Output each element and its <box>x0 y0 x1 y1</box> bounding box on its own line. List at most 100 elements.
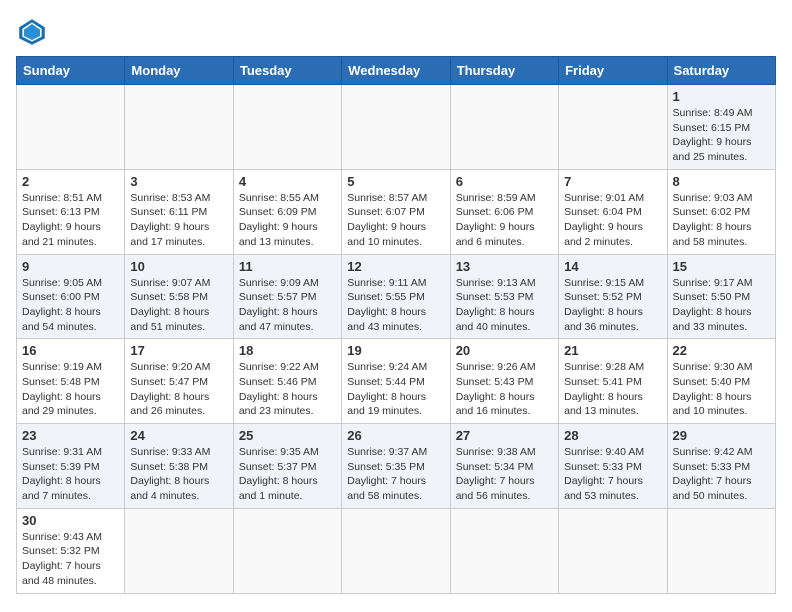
day-number: 17 <box>130 343 227 358</box>
day-number: 2 <box>22 174 119 189</box>
day-info: Sunrise: 9:22 AM Sunset: 5:46 PM Dayligh… <box>239 360 336 419</box>
day-number: 20 <box>456 343 553 358</box>
day-info: Sunrise: 8:49 AM Sunset: 6:15 PM Dayligh… <box>673 106 770 165</box>
weekday-header-saturday: Saturday <box>667 57 775 85</box>
day-info: Sunrise: 9:19 AM Sunset: 5:48 PM Dayligh… <box>22 360 119 419</box>
calendar-cell: 11 Sunrise: 9:09 AM Sunset: 5:57 PM Dayli… <box>233 254 341 339</box>
calendar-cell: 29 Sunrise: 9:42 AM Sunset: 5:33 PM Dayli… <box>667 424 775 509</box>
day-number: 7 <box>564 174 661 189</box>
calendar-cell: 14Sunrise: 9:15 AM Sunset: 5:52 PM Dayli… <box>559 254 667 339</box>
day-info: Sunrise: 9:31 AM Sunset: 5:39 PM Dayligh… <box>22 445 119 504</box>
day-info: Sunrise: 8:55 AM Sunset: 6:09 PM Dayligh… <box>239 191 336 250</box>
calendar-cell <box>125 508 233 593</box>
calendar-cell <box>233 508 341 593</box>
calendar-week-row: 1 Sunrise: 8:49 AM Sunset: 6:15 PM Daylig… <box>17 85 776 170</box>
calendar-cell: 18 Sunrise: 9:22 AM Sunset: 5:46 PM Dayli… <box>233 339 341 424</box>
calendar-cell: 26Sunrise: 9:37 AM Sunset: 5:35 PM Dayli… <box>342 424 450 509</box>
day-info: Sunrise: 9:30 AM Sunset: 5:40 PM Dayligh… <box>673 360 770 419</box>
weekday-header-friday: Friday <box>559 57 667 85</box>
day-number: 30 <box>22 513 119 528</box>
calendar-cell: 22 Sunrise: 9:30 AM Sunset: 5:40 PM Dayli… <box>667 339 775 424</box>
day-info: Sunrise: 9:05 AM Sunset: 6:00 PM Dayligh… <box>22 276 119 335</box>
day-number: 19 <box>347 343 444 358</box>
logo <box>16 16 52 48</box>
day-info: Sunrise: 9:42 AM Sunset: 5:33 PM Dayligh… <box>673 445 770 504</box>
day-number: 22 <box>673 343 770 358</box>
calendar-cell: 3Sunrise: 8:53 AM Sunset: 6:11 PM Daylig… <box>125 169 233 254</box>
day-info: Sunrise: 9:13 AM Sunset: 5:53 PM Dayligh… <box>456 276 553 335</box>
calendar-week-row: 2 Sunrise: 8:51 AM Sunset: 6:13 PM Daylig… <box>17 169 776 254</box>
day-number: 24 <box>130 428 227 443</box>
weekday-header-thursday: Thursday <box>450 57 558 85</box>
day-info: Sunrise: 9:35 AM Sunset: 5:37 PM Dayligh… <box>239 445 336 504</box>
calendar-cell <box>667 508 775 593</box>
weekday-header-tuesday: Tuesday <box>233 57 341 85</box>
calendar-week-row: 9Sunrise: 9:05 AM Sunset: 6:00 PM Daylig… <box>17 254 776 339</box>
calendar-table: SundayMondayTuesdayWednesdayThursdayFrid… <box>16 56 776 594</box>
day-number: 1 <box>673 89 770 104</box>
day-info: Sunrise: 9:03 AM Sunset: 6:02 PM Dayligh… <box>673 191 770 250</box>
calendar-cell: 1 Sunrise: 8:49 AM Sunset: 6:15 PM Daylig… <box>667 85 775 170</box>
calendar-cell <box>233 85 341 170</box>
day-number: 3 <box>130 174 227 189</box>
calendar-cell: 28 Sunrise: 9:40 AM Sunset: 5:33 PM Dayli… <box>559 424 667 509</box>
day-number: 27 <box>456 428 553 443</box>
page-header <box>16 16 776 48</box>
weekday-header-row: SundayMondayTuesdayWednesdayThursdayFrid… <box>17 57 776 85</box>
weekday-header-sunday: Sunday <box>17 57 125 85</box>
calendar-cell: 12 Sunrise: 9:11 AM Sunset: 5:55 PM Dayli… <box>342 254 450 339</box>
calendar-cell: 5Sunrise: 8:57 AM Sunset: 6:07 PM Daylig… <box>342 169 450 254</box>
day-number: 18 <box>239 343 336 358</box>
day-info: Sunrise: 9:17 AM Sunset: 5:50 PM Dayligh… <box>673 276 770 335</box>
day-info: Sunrise: 9:09 AM Sunset: 5:57 PM Dayligh… <box>239 276 336 335</box>
day-number: 13 <box>456 259 553 274</box>
calendar-cell: 8 Sunrise: 9:03 AM Sunset: 6:02 PM Daylig… <box>667 169 775 254</box>
day-info: Sunrise: 9:11 AM Sunset: 5:55 PM Dayligh… <box>347 276 444 335</box>
day-number: 15 <box>673 259 770 274</box>
calendar-cell: 10Sunrise: 9:07 AM Sunset: 5:58 PM Dayli… <box>125 254 233 339</box>
calendar-cell <box>559 85 667 170</box>
day-info: Sunrise: 9:37 AM Sunset: 5:35 PM Dayligh… <box>347 445 444 504</box>
calendar-cell <box>450 85 558 170</box>
day-number: 14 <box>564 259 661 274</box>
day-number: 28 <box>564 428 661 443</box>
calendar-cell: 16 Sunrise: 9:19 AM Sunset: 5:48 PM Dayli… <box>17 339 125 424</box>
calendar-cell: 2 Sunrise: 8:51 AM Sunset: 6:13 PM Daylig… <box>17 169 125 254</box>
calendar-cell: 15 Sunrise: 9:17 AM Sunset: 5:50 PM Dayli… <box>667 254 775 339</box>
day-number: 12 <box>347 259 444 274</box>
calendar-cell: 21 Sunrise: 9:28 AM Sunset: 5:41 PM Dayli… <box>559 339 667 424</box>
day-info: Sunrise: 8:57 AM Sunset: 6:07 PM Dayligh… <box>347 191 444 250</box>
day-info: Sunrise: 9:38 AM Sunset: 5:34 PM Dayligh… <box>456 445 553 504</box>
calendar-week-row: 30 Sunrise: 9:43 AM Sunset: 5:32 PM Dayli… <box>17 508 776 593</box>
calendar-cell <box>17 85 125 170</box>
calendar-cell: 30 Sunrise: 9:43 AM Sunset: 5:32 PM Dayli… <box>17 508 125 593</box>
day-info: Sunrise: 9:01 AM Sunset: 6:04 PM Dayligh… <box>564 191 661 250</box>
calendar-cell: 4 Sunrise: 8:55 AM Sunset: 6:09 PM Daylig… <box>233 169 341 254</box>
calendar-cell: 25 Sunrise: 9:35 AM Sunset: 5:37 PM Dayli… <box>233 424 341 509</box>
calendar-cell <box>450 508 558 593</box>
day-number: 21 <box>564 343 661 358</box>
calendar-cell <box>125 85 233 170</box>
day-info: Sunrise: 9:07 AM Sunset: 5:58 PM Dayligh… <box>130 276 227 335</box>
weekday-header-wednesday: Wednesday <box>342 57 450 85</box>
day-number: 25 <box>239 428 336 443</box>
day-info: Sunrise: 9:28 AM Sunset: 5:41 PM Dayligh… <box>564 360 661 419</box>
day-number: 8 <box>673 174 770 189</box>
day-info: Sunrise: 8:51 AM Sunset: 6:13 PM Dayligh… <box>22 191 119 250</box>
calendar-cell: 27 Sunrise: 9:38 AM Sunset: 5:34 PM Dayli… <box>450 424 558 509</box>
generalblue-logo-icon <box>16 16 48 48</box>
weekday-header-monday: Monday <box>125 57 233 85</box>
day-info: Sunrise: 9:43 AM Sunset: 5:32 PM Dayligh… <box>22 530 119 589</box>
calendar-cell <box>342 508 450 593</box>
day-number: 16 <box>22 343 119 358</box>
day-info: Sunrise: 9:40 AM Sunset: 5:33 PM Dayligh… <box>564 445 661 504</box>
day-number: 11 <box>239 259 336 274</box>
day-number: 23 <box>22 428 119 443</box>
calendar-cell: 13 Sunrise: 9:13 AM Sunset: 5:53 PM Dayli… <box>450 254 558 339</box>
calendar-cell: 9Sunrise: 9:05 AM Sunset: 6:00 PM Daylig… <box>17 254 125 339</box>
calendar-cell <box>342 85 450 170</box>
calendar-cell <box>559 508 667 593</box>
day-number: 4 <box>239 174 336 189</box>
day-number: 29 <box>673 428 770 443</box>
day-info: Sunrise: 9:33 AM Sunset: 5:38 PM Dayligh… <box>130 445 227 504</box>
